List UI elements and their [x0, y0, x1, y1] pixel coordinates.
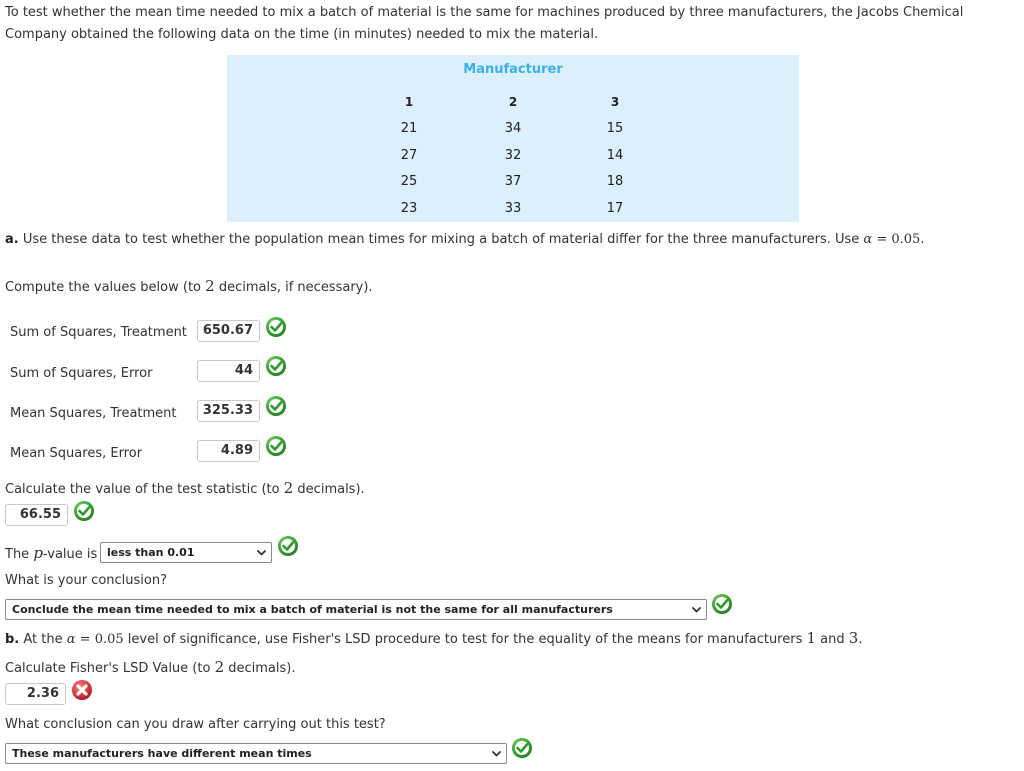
- column-header: 1: [404, 95, 414, 109]
- table-cell: 27: [400, 148, 418, 163]
- ms-treatment-label: Mean Squares, Treatment: [10, 406, 177, 421]
- p-value-select[interactable]: less than 0.01: [100, 542, 272, 563]
- manufacturer-column-1: 1 21 27 25 23: [389, 55, 429, 222]
- data-table: Manufacturer 1 21 27 25 23 2 34 32 37 33…: [227, 55, 799, 222]
- part-a-prompt: a. Use these data to test whether the po…: [5, 232, 925, 247]
- column-header: 2: [508, 95, 518, 109]
- ss-treatment-input[interactable]: 650.67: [197, 320, 260, 342]
- ms-error-input[interactable]: 4.89: [197, 440, 260, 462]
- chevron-down-icon: [256, 547, 267, 558]
- ms-treatment-input[interactable]: 325.33: [197, 400, 260, 422]
- correct-check-icon: [265, 316, 287, 338]
- chevron-down-icon: [491, 748, 502, 759]
- correct-check-icon: [73, 500, 95, 522]
- chevron-down-icon: [691, 604, 702, 615]
- table-cell: 33: [504, 201, 522, 216]
- column-header: 3: [610, 95, 620, 109]
- table-cell: 37: [504, 174, 522, 189]
- part-a-label: a.: [5, 232, 19, 247]
- table-cell: 14: [606, 148, 624, 163]
- ms-error-label: Mean Squares, Error: [10, 446, 143, 461]
- ss-error-label: Sum of Squares, Error: [10, 366, 153, 381]
- table-cell: 17: [606, 201, 624, 216]
- conclusion-question: What is your conclusion?: [5, 573, 167, 588]
- table-cell: 34: [504, 121, 522, 136]
- part-b-prompt: b. At the α = 0.05 level of significance…: [5, 629, 863, 647]
- correct-check-icon: [265, 395, 287, 417]
- compute-instruction: Compute the values below (to 2 decimals,…: [5, 277, 373, 295]
- lsd-value-input[interactable]: 2.36: [5, 683, 66, 705]
- table-cell: 32: [504, 148, 522, 163]
- correct-check-icon: [265, 435, 287, 457]
- correct-check-icon: [265, 355, 287, 377]
- correct-check-icon: [511, 737, 533, 759]
- table-cell: 25: [400, 174, 418, 189]
- intro-text: To test whether the mean time needed to …: [5, 5, 964, 42]
- table-cell: 21: [400, 121, 418, 136]
- table-cell: 15: [606, 121, 624, 136]
- p-value-label: The p-value is: [5, 544, 98, 562]
- test-statistic-instruction: Calculate the value of the test statisti…: [5, 479, 365, 497]
- conclusion-select[interactable]: Conclude the mean time needed to mix a b…: [5, 599, 707, 620]
- part-b-label: b.: [5, 632, 20, 647]
- ss-treatment-label: Sum of Squares, Treatment: [10, 325, 187, 340]
- lsd-conclusion-question: What conclusion can you draw after carry…: [5, 717, 386, 732]
- ss-error-input[interactable]: 44: [197, 360, 260, 382]
- manufacturer-column-2: 2 34 32 37 33: [493, 55, 533, 222]
- incorrect-x-icon: [71, 679, 93, 701]
- correct-check-icon: [711, 593, 733, 615]
- manufacturer-column-3: 3 15 14 18 17: [595, 55, 635, 222]
- test-statistic-input[interactable]: 66.55: [5, 504, 68, 526]
- table-cell: 23: [400, 201, 418, 216]
- lsd-instruction: Calculate Fisher's LSD Value (to 2 decim…: [5, 658, 296, 676]
- correct-check-icon: [277, 535, 299, 557]
- table-cell: 18: [606, 174, 624, 189]
- lsd-conclusion-select[interactable]: These manufacturers have different mean …: [5, 743, 507, 764]
